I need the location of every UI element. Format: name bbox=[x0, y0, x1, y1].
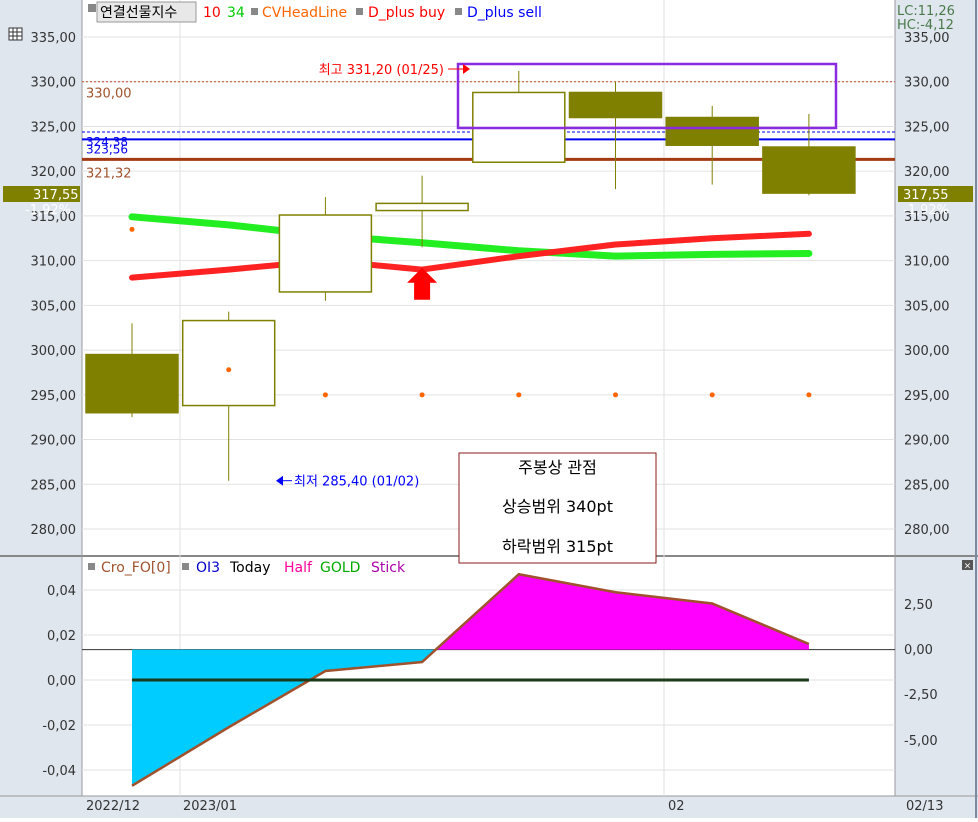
y-tick-label-right: 335,00 bbox=[904, 31, 950, 46]
chart-window: 330,00 324,38 323,56 321,32 최고 331,20 (01/25… bbox=[0, 0, 978, 818]
legend-marker-icon bbox=[88, 4, 96, 12]
note-line-2: 상승범위 340pt bbox=[502, 497, 613, 516]
candle-body bbox=[181, 319, 276, 407]
lc-value: LC:11,26 bbox=[897, 4, 955, 19]
cvheadline-dot bbox=[322, 392, 328, 398]
table-icon[interactable] bbox=[8, 27, 23, 41]
y-tick-label-right: 305,00 bbox=[904, 299, 950, 314]
pane-close-icon[interactable]: × bbox=[962, 560, 973, 572]
svg-text:×: × bbox=[964, 562, 972, 572]
cvheadline-dot bbox=[129, 226, 135, 232]
y-tick-label-right: 290,00 bbox=[904, 434, 950, 449]
legend-marker-icon bbox=[356, 8, 363, 15]
x-tick-label: 2022/12 bbox=[86, 799, 140, 814]
y-tick-label-lower-left: -0,04 bbox=[42, 764, 76, 779]
y-tick-label-left: 290,00 bbox=[31, 434, 77, 449]
current-price-right: 317,55 bbox=[903, 188, 949, 203]
cvheadline-dot bbox=[419, 392, 425, 398]
current-change-right: -1,92% bbox=[903, 203, 949, 218]
legend-item-gold: GOLD bbox=[320, 560, 360, 576]
cvheadline-dot bbox=[709, 392, 715, 398]
legend-item-main: 연결선물지수 bbox=[100, 5, 177, 21]
legend-item-dplus-sell: D_plus sell bbox=[467, 5, 542, 21]
cvheadline-dot bbox=[613, 392, 618, 398]
y-tick-label-lower-left: 0,00 bbox=[47, 674, 76, 689]
y-tick-label-left: 300,00 bbox=[31, 344, 77, 359]
y-tick-label-right: 330,00 bbox=[904, 76, 950, 91]
cvheadline-dot bbox=[226, 367, 232, 373]
cvheadline-dot bbox=[806, 392, 812, 398]
y-tick-label-left: 335,00 bbox=[31, 31, 77, 46]
y-tick-label-lower-right: 2,50 bbox=[904, 598, 933, 613]
note-line-3: 하락범위 315pt bbox=[502, 537, 613, 556]
y-tick-label-lower-right: 0,00 bbox=[904, 643, 933, 658]
y-tick-label-right: 280,00 bbox=[904, 523, 950, 538]
y-tick-label-right: 295,00 bbox=[904, 389, 950, 404]
y-tick-label-lower-right: -5,00 bbox=[904, 734, 938, 749]
upper-legend: 연결선물지수 10 34 CVHeadLine D_plus buy D_plu… bbox=[88, 1, 542, 23]
legend-item-cro-fo: Cro_FO[0] bbox=[101, 560, 171, 576]
y-tick-label-left: 320,00 bbox=[31, 165, 77, 180]
chart-canvas: 330,00324,38323,56321,32최고 331,20 (01/25… bbox=[0, 0, 978, 818]
candle-body bbox=[278, 214, 373, 293]
y-tick-label-left: 285,00 bbox=[31, 478, 77, 493]
legend-marker-icon bbox=[182, 563, 189, 570]
candle-body bbox=[85, 353, 179, 414]
x-tick-label: 02 bbox=[668, 799, 685, 814]
low-annotation: 최저 285,40 (01/02) bbox=[294, 475, 419, 490]
legend-item-stick: Stick bbox=[371, 560, 406, 576]
y-tick-label-left: 330,00 bbox=[31, 76, 77, 91]
bottom-axis-bg bbox=[0, 796, 978, 818]
level-321-label: 321,32 bbox=[86, 166, 132, 181]
legend-item-half: Half bbox=[284, 560, 313, 576]
legend-item-oi3: OI3 bbox=[196, 560, 220, 576]
legend-marker-icon bbox=[455, 8, 462, 15]
candle-body bbox=[762, 146, 856, 194]
current-change-left: -1,92% bbox=[25, 203, 71, 218]
y-tick-label-left: 325,00 bbox=[31, 120, 77, 135]
candle-body bbox=[568, 91, 663, 119]
x-tick-label: 02/13 bbox=[906, 799, 943, 814]
note-line-1: 주봉상 관점 bbox=[518, 458, 597, 477]
y-tick-label-lower-left: -0,02 bbox=[42, 719, 76, 734]
hc-value: HC:-4,12 bbox=[897, 18, 954, 33]
y-tick-label-right: 310,00 bbox=[904, 255, 950, 270]
y-tick-label-lower-left: 0,02 bbox=[47, 629, 76, 644]
legend-marker-icon bbox=[251, 8, 258, 15]
y-tick-label-right: 300,00 bbox=[904, 344, 950, 359]
y-tick-label-left: 310,00 bbox=[31, 255, 77, 270]
y-tick-label-right: 285,00 bbox=[904, 478, 950, 493]
level-330-label: 330,00 bbox=[86, 87, 132, 102]
legend-item-ma10: 10 bbox=[203, 5, 221, 21]
current-price-left: 317,55 bbox=[33, 188, 79, 203]
y-tick-label-left: 295,00 bbox=[31, 389, 77, 404]
y-tick-label-left: 280,00 bbox=[31, 523, 77, 538]
x-tick-label: 2023/01 bbox=[183, 799, 237, 814]
y-tick-label-left: 305,00 bbox=[31, 299, 77, 314]
legend-item-cvheadline: CVHeadLine bbox=[262, 5, 347, 21]
y-tick-label-right: 325,00 bbox=[904, 120, 950, 135]
level-323-label: 323,56 bbox=[86, 142, 128, 156]
candle-body bbox=[665, 116, 759, 146]
y-tick-label-lower-left: 0,04 bbox=[47, 584, 76, 599]
legend-item-today: Today bbox=[229, 560, 271, 576]
y-tick-label-right: 320,00 bbox=[904, 165, 950, 180]
cvheadline-dot bbox=[516, 392, 522, 398]
candle-body bbox=[375, 202, 469, 212]
high-annotation: 최고 331,20 (01/25) bbox=[319, 63, 444, 78]
legend-marker-icon bbox=[88, 563, 95, 570]
legend-item-dplus-buy: D_plus buy bbox=[368, 5, 445, 21]
legend-item-ma34: 34 bbox=[227, 5, 245, 21]
lower-legend: Cro_FO[0] OI3 Today Half GOLD Stick bbox=[88, 560, 406, 576]
y-tick-label-lower-right: -2,50 bbox=[904, 688, 938, 703]
